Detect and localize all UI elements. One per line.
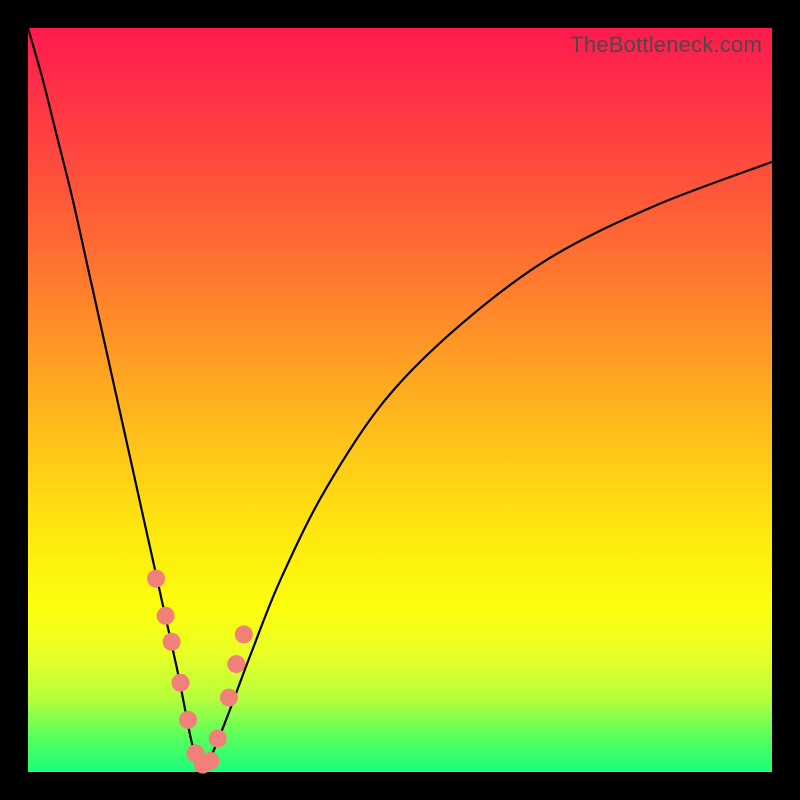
highlight-dot — [172, 674, 190, 692]
highlight-dot — [179, 711, 197, 729]
plot-area: TheBottleneck.com — [28, 28, 772, 772]
bottleneck-curve — [28, 28, 772, 767]
highlight-dot — [163, 633, 181, 651]
highlight-dot — [201, 752, 219, 770]
curve-layer — [28, 28, 772, 772]
chart-frame: TheBottleneck.com — [0, 0, 800, 800]
highlight-dot — [147, 570, 165, 588]
highlight-dot — [227, 655, 245, 673]
highlight-dot — [209, 730, 227, 748]
highlight-dot — [157, 607, 175, 625]
highlight-dot — [220, 689, 238, 707]
highlight-dot — [235, 625, 253, 643]
